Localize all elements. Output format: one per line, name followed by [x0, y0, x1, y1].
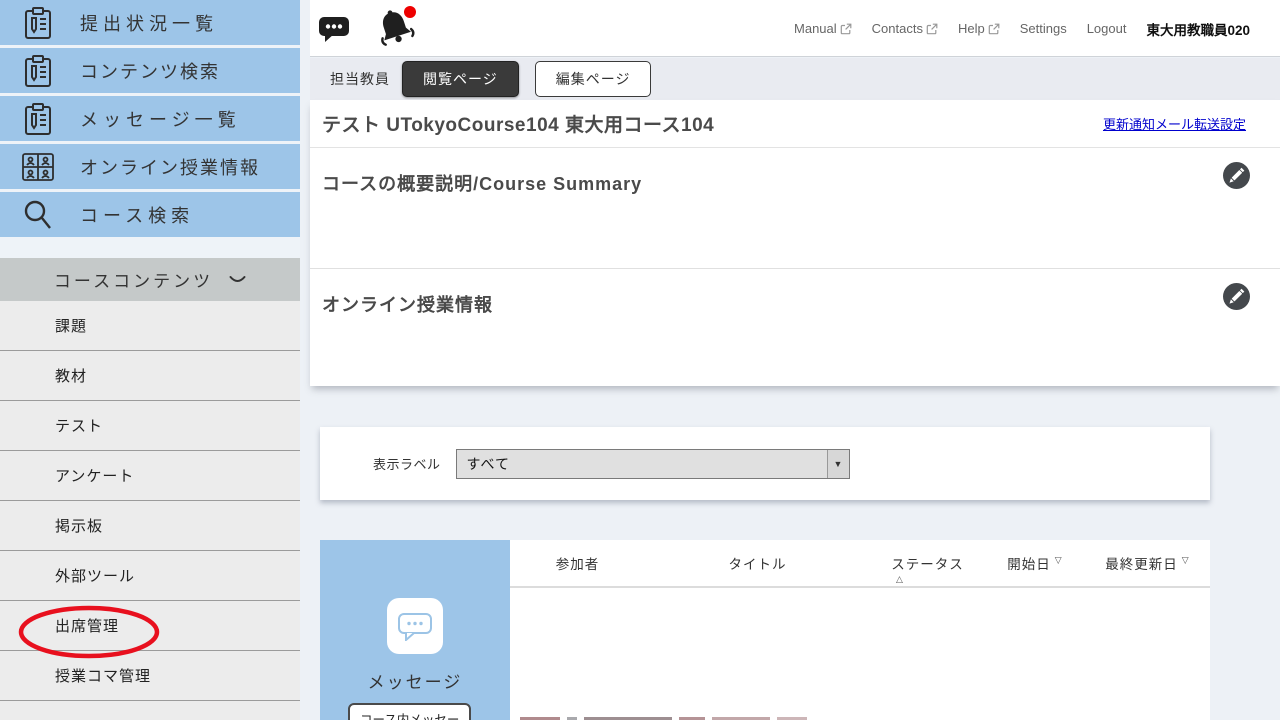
sidebar-item-message-list[interactable]: メッセージ一覧 [0, 96, 300, 141]
contacts-link[interactable]: Contacts [872, 21, 938, 36]
column-label: ステータス [891, 553, 964, 573]
settings-link-label: Settings [1020, 21, 1067, 36]
menu-item-label: 課題 [55, 315, 87, 336]
notifications-bell-icon[interactable] [376, 4, 418, 48]
column-label: 最終更新日 [1105, 553, 1178, 573]
settings-link[interactable]: Settings [1020, 21, 1067, 36]
help-link-label: Help [958, 21, 985, 36]
sidebar-item-bulletin-board[interactable]: 掲示板 [0, 501, 300, 551]
select-value: すべて [467, 450, 510, 478]
filter-label: 表示ラベル [373, 454, 441, 473]
sidebar-item-label: オンライン授業情報 [80, 154, 260, 180]
user-name: 東大用教職員020 [1146, 19, 1250, 39]
notification-badge [404, 6, 416, 18]
manual-link[interactable]: Manual [794, 21, 852, 36]
column-header-status[interactable]: ステータス △ [870, 540, 985, 586]
section-course-summary: コースの概要説明/Course Summary [310, 148, 1280, 268]
contacts-link-label: Contacts [872, 21, 923, 36]
sidebar-item-course-search[interactable]: コース検索 [0, 192, 300, 237]
search-icon [18, 199, 58, 231]
tab-edit-page[interactable]: 編集ページ [535, 61, 652, 97]
page-title: テスト UTokyoCourse104 東大用コース104 [322, 110, 714, 137]
section-online-class-info: オンライン授業情報 [310, 268, 1280, 385]
column-header-participants: 参加者 [510, 540, 645, 586]
messages-table-panel: メッセージ コース内メッセー 参加者 タイトル ステータス △ 開始日 ▽ [320, 540, 1210, 720]
menu-item-label: 掲示板 [55, 515, 103, 536]
logout-link[interactable]: Logout [1087, 21, 1127, 36]
top-header: Manual Contacts Help Settings [310, 0, 1280, 57]
column-header-last-updated[interactable]: 最終更新日 ▽ [1085, 540, 1210, 586]
clipped-text-fragment [520, 716, 807, 720]
logout-link-label: Logout [1087, 21, 1127, 36]
sidebar-item-label: 提出状況一覧 [80, 10, 218, 36]
message-category-cell[interactable]: メッセージ コース内メッセー [320, 540, 510, 720]
messages-icon[interactable] [318, 14, 350, 43]
manual-link-label: Manual [794, 21, 837, 36]
clipboard-icon [18, 54, 58, 88]
sidebar-item-label: メッセージ一覧 [80, 106, 241, 132]
clipboard-icon [18, 102, 58, 136]
column-label: タイトル [729, 553, 787, 573]
external-link-icon [840, 23, 852, 35]
section-title: オンライン授業情報 [322, 291, 493, 317]
menu-item-label: テスト [55, 415, 103, 436]
update-mail-forward-link[interactable]: 更新通知メール転送設定 [1103, 114, 1246, 133]
clipboard-icon [18, 6, 58, 40]
sidebar-item-online-class-info[interactable]: オンライン授業情報 [0, 144, 300, 189]
help-link[interactable]: Help [958, 21, 1000, 36]
sort-desc-icon[interactable]: ▽ [1182, 555, 1190, 566]
menu-item-label: 外部ツール [55, 565, 135, 586]
course-contents-menu: 課題 教材 テスト アンケート 掲示板 外部ツール 出席管理 授業コマ管理 [0, 301, 300, 720]
tab-view-page[interactable]: 閲覧ページ [402, 61, 519, 97]
menu-item-label: 授業コマ管理 [55, 665, 151, 686]
menu-item-label: 教材 [55, 365, 87, 386]
sidebar: 提出状況一覧 コンテンツ検索 メッセージ一覧 [0, 0, 300, 720]
section-title: コースの概要説明/Course Summary [322, 170, 642, 196]
sidebar-item-label: コース検索 [80, 202, 194, 228]
display-label-filter-panel: 表示ラベル すべて ▼ [320, 427, 1210, 500]
sidebar-item-label: コンテンツ検索 [80, 58, 220, 84]
edit-pencil-button[interactable] [1223, 162, 1250, 189]
edit-pencil-button[interactable] [1223, 283, 1250, 310]
message-category-label: メッセージ [320, 668, 510, 693]
sidebar-item-assignments[interactable]: 課題 [0, 301, 300, 351]
sort-desc-icon[interactable]: ▽ [1055, 555, 1063, 566]
table-header-row: 参加者 タイトル ステータス △ 開始日 ▽ 最終更新日 ▽ [510, 540, 1210, 588]
display-label-select[interactable]: すべて ▼ [456, 449, 850, 479]
course-content-block: テスト UTokyoCourse104 東大用コース104 更新通知メール転送設… [310, 100, 1280, 386]
messages-table: 参加者 タイトル ステータス △ 開始日 ▽ 最終更新日 ▽ [510, 540, 1210, 720]
sidebar-item-materials[interactable]: 教材 [0, 351, 300, 401]
main-area: Manual Contacts Help Settings [310, 0, 1280, 720]
tab-row: 担当教員 閲覧ページ 編集ページ [310, 58, 1280, 100]
external-link-icon [988, 23, 1000, 35]
sidebar-item-surveys[interactable]: アンケート [0, 451, 300, 501]
sidebar-gap [0, 240, 300, 258]
sidebar-item-attendance-management[interactable]: 出席管理 [0, 601, 300, 651]
sort-asc-icon[interactable]: △ [896, 574, 904, 585]
menu-item-label: アンケート [55, 465, 134, 486]
chat-bubble-icon [397, 611, 433, 641]
sidebar-section-course-contents[interactable]: コースコンテンツ [0, 258, 300, 301]
sidebar-item-content-search[interactable]: コンテンツ検索 [0, 48, 300, 93]
column-header-title: タイトル [645, 540, 870, 586]
column-header-start-date[interactable]: 開始日 ▽ [985, 540, 1085, 586]
message-tooltip: コース内メッセー [348, 703, 471, 720]
external-link-icon [926, 23, 938, 35]
role-label: 担当教員 [330, 69, 390, 89]
sidebar-item-external-tools[interactable]: 外部ツール [0, 551, 300, 601]
column-label: 参加者 [556, 553, 600, 573]
column-label: 開始日 [1007, 553, 1051, 573]
sidebar-item-submission-status[interactable]: 提出状況一覧 [0, 0, 300, 45]
header-nav: Manual Contacts Help Settings [794, 0, 1250, 57]
course-title-row: テスト UTokyoCourse104 東大用コース104 更新通知メール転送設… [310, 100, 1280, 148]
select-dropdown-arrow-icon[interactable]: ▼ [827, 450, 849, 478]
online-class-icon [18, 152, 58, 182]
menu-item-label: 出席管理 [55, 615, 119, 636]
section-header-label: コースコンテンツ [54, 267, 213, 292]
sidebar-item-tests[interactable]: テスト [0, 401, 300, 451]
message-card [387, 598, 443, 654]
chevron-down-icon [229, 275, 246, 285]
sidebar-item-class-session-management[interactable]: 授業コマ管理 [0, 651, 300, 701]
